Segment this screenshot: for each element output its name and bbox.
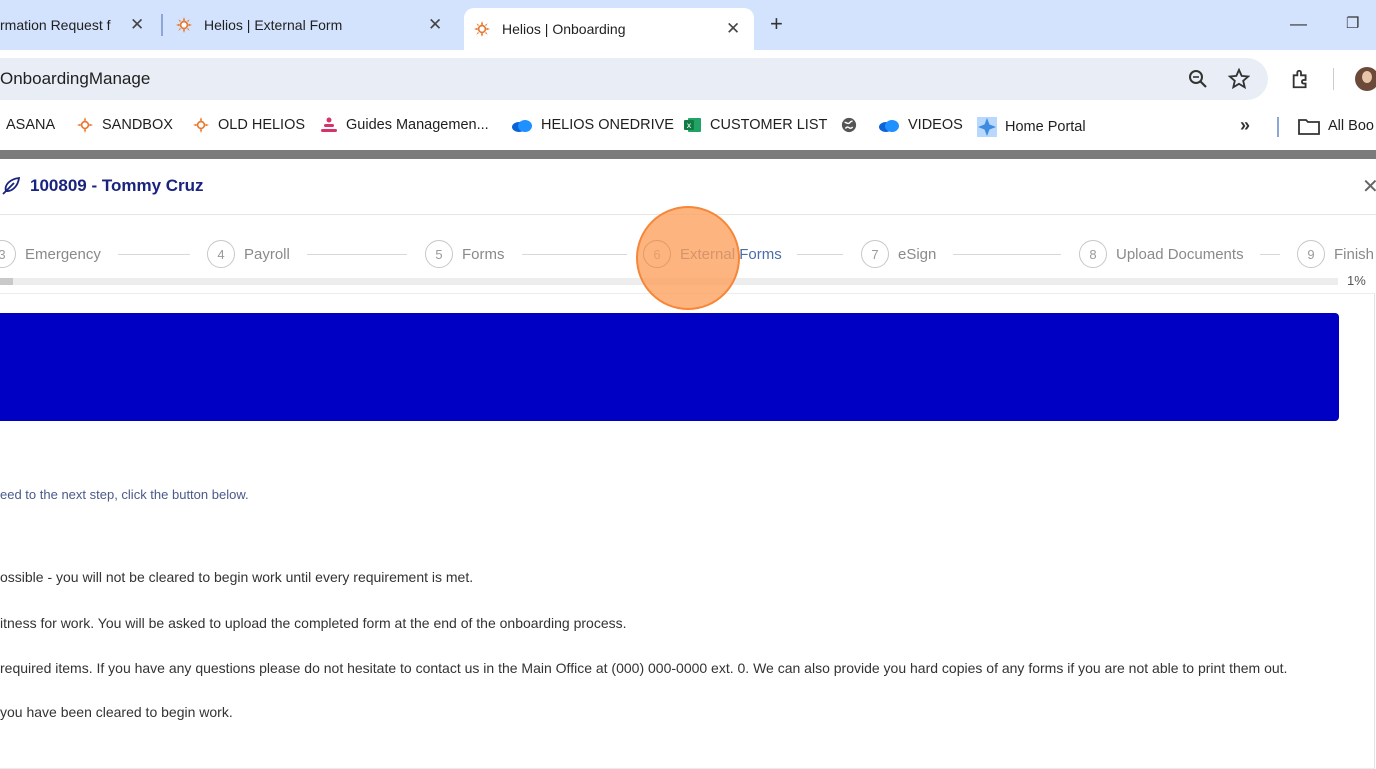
- bookmark-label: VIDEOS: [908, 117, 963, 133]
- onedrive-cloud-icon: [879, 120, 899, 132]
- bookmark-guides[interactable]: Guides Managemen...: [320, 117, 489, 133]
- progress-percent: 1%: [1347, 273, 1366, 288]
- svg-text:x: x: [687, 121, 692, 130]
- step-label: Forms: [462, 245, 505, 263]
- tab-title: Helios | Onboarding: [502, 21, 626, 37]
- step-connector: [953, 254, 1061, 255]
- browser-tab[interactable]: rmation Request f ✕: [0, 0, 150, 50]
- step-upload-documents[interactable]: 8 Upload Documents: [1079, 239, 1244, 269]
- browser-tab-active[interactable]: Helios | Onboarding ✕: [464, 8, 754, 50]
- step-number: 9: [1297, 240, 1325, 268]
- step-connector: [797, 254, 843, 255]
- bookmark-helios-onedrive[interactable]: HELIOS ONEDRIVE: [511, 117, 674, 133]
- url-text[interactable]: OnboardingManage: [0, 69, 150, 89]
- step-number: 3: [0, 240, 16, 268]
- close-tab-icon[interactable]: ✕: [726, 19, 740, 39]
- guides-icon: [321, 117, 337, 132]
- bookmark-customer-list[interactable]: x CUSTOMER LIST: [684, 117, 827, 133]
- step-forms[interactable]: 5 Forms: [425, 239, 505, 269]
- step-label: Upload Documents: [1116, 245, 1244, 263]
- browser-toolbar: OnboardingManage: [0, 50, 1376, 108]
- folder-icon: [1298, 119, 1320, 135]
- tab-title: rmation Request f: [0, 17, 111, 33]
- feather-icon: [2, 176, 21, 195]
- bookmark-divider: [1277, 117, 1279, 137]
- restore-icon[interactable]: ❐: [1346, 14, 1359, 32]
- bookmarks-bar: ASANA SANDBOX OLD HELIOS Guides Manageme…: [0, 108, 1376, 144]
- bookmark-videos[interactable]: VIDEOS: [878, 117, 963, 133]
- step-label: Emergency: [25, 245, 101, 263]
- helios-sun-icon: [474, 21, 490, 37]
- portal-star-icon: [977, 117, 997, 137]
- step-connector: [1260, 254, 1280, 255]
- bookmark-label: ASANA: [6, 117, 56, 133]
- proceed-instruction: eed to the next step, click the button b…: [0, 487, 249, 502]
- record-title: 100809 - Tommy Cruz: [30, 176, 204, 195]
- helios-sun-icon: [193, 117, 209, 133]
- step-emergency[interactable]: 3 Emergency: [0, 239, 101, 269]
- step-connector: [118, 254, 190, 255]
- step-number: 7: [861, 240, 889, 268]
- excel-icon: x: [684, 118, 701, 132]
- step-label: Payroll: [244, 245, 290, 263]
- instruction-paragraph: you have been cleared to begin work.: [0, 704, 233, 720]
- minimize-icon[interactable]: —: [1290, 14, 1307, 34]
- extensions-icon[interactable]: [1290, 68, 1312, 90]
- step-finish[interactable]: 9 Finish: [1297, 239, 1374, 269]
- bookmark-label: All Boo: [1328, 118, 1374, 134]
- bookmark-globe[interactable]: [840, 117, 866, 133]
- profile-avatar[interactable]: [1355, 67, 1376, 91]
- step-label: Finish: [1334, 245, 1375, 263]
- zoom-icon[interactable]: [1188, 69, 1208, 89]
- onedrive-cloud-icon: [512, 120, 532, 132]
- browser-tab-strip: rmation Request f ✕ Helios | External Fo…: [0, 0, 1376, 50]
- step-esign[interactable]: 7 eSign: [861, 239, 936, 269]
- bookmark-label: HELIOS ONEDRIVE: [541, 117, 674, 133]
- modal-top-edge: [0, 150, 1376, 159]
- click-highlight-marker: [636, 206, 740, 310]
- bookmark-star-icon[interactable]: [1228, 68, 1250, 90]
- helios-sun-icon: [176, 17, 192, 33]
- bookmark-label: SANDBOX: [102, 117, 173, 133]
- close-tab-icon[interactable]: ✕: [130, 15, 144, 35]
- instruction-paragraph: ossible - you will not be cleared to beg…: [0, 569, 474, 585]
- close-tab-icon[interactable]: ✕: [428, 15, 442, 35]
- progress-bar-fill: [0, 278, 14, 285]
- instruction-paragraph: required items. If you have any question…: [0, 660, 1288, 676]
- bookmark-sandbox[interactable]: SANDBOX: [76, 117, 173, 133]
- step-number: 5: [425, 240, 453, 268]
- step-payroll[interactable]: 4 Payroll: [207, 239, 290, 269]
- bookmark-label: Home Portal: [1005, 119, 1086, 135]
- bookmark-label: OLD HELIOS: [218, 117, 306, 133]
- step-label: eSign: [898, 245, 937, 263]
- globe-icon: [841, 117, 857, 133]
- bookmark-label: CUSTOMER LIST: [710, 117, 828, 133]
- step-connector: [522, 254, 627, 255]
- more-bookmarks-icon[interactable]: »: [1240, 115, 1250, 136]
- header-banner: [0, 313, 1339, 421]
- instruction-paragraph: itness for work. You will be asked to up…: [0, 615, 627, 631]
- step-number: 8: [1079, 240, 1107, 268]
- tab-title: Helios | External Form: [204, 17, 343, 33]
- tab-separator: [161, 14, 163, 36]
- bookmark-label: Guides Managemen...: [346, 117, 489, 133]
- bookmark-home-portal[interactable]: Home Portal: [977, 117, 1086, 137]
- bookmark-all-bookmarks[interactable]: All Boo: [1298, 117, 1374, 135]
- browser-tab[interactable]: Helios | External Form ✕: [176, 0, 456, 50]
- bookmark-old-helios[interactable]: OLD HELIOS: [192, 117, 305, 133]
- bookmark-asana[interactable]: ASANA: [6, 117, 55, 133]
- new-tab-icon[interactable]: +: [770, 11, 783, 37]
- toolbar-divider: [1333, 68, 1334, 90]
- address-bar[interactable]: OnboardingManage: [0, 58, 1268, 100]
- step-number: 4: [207, 240, 235, 268]
- close-icon[interactable]: ✕: [1362, 174, 1376, 199]
- step-connector: [307, 254, 407, 255]
- helios-sun-icon: [77, 117, 93, 133]
